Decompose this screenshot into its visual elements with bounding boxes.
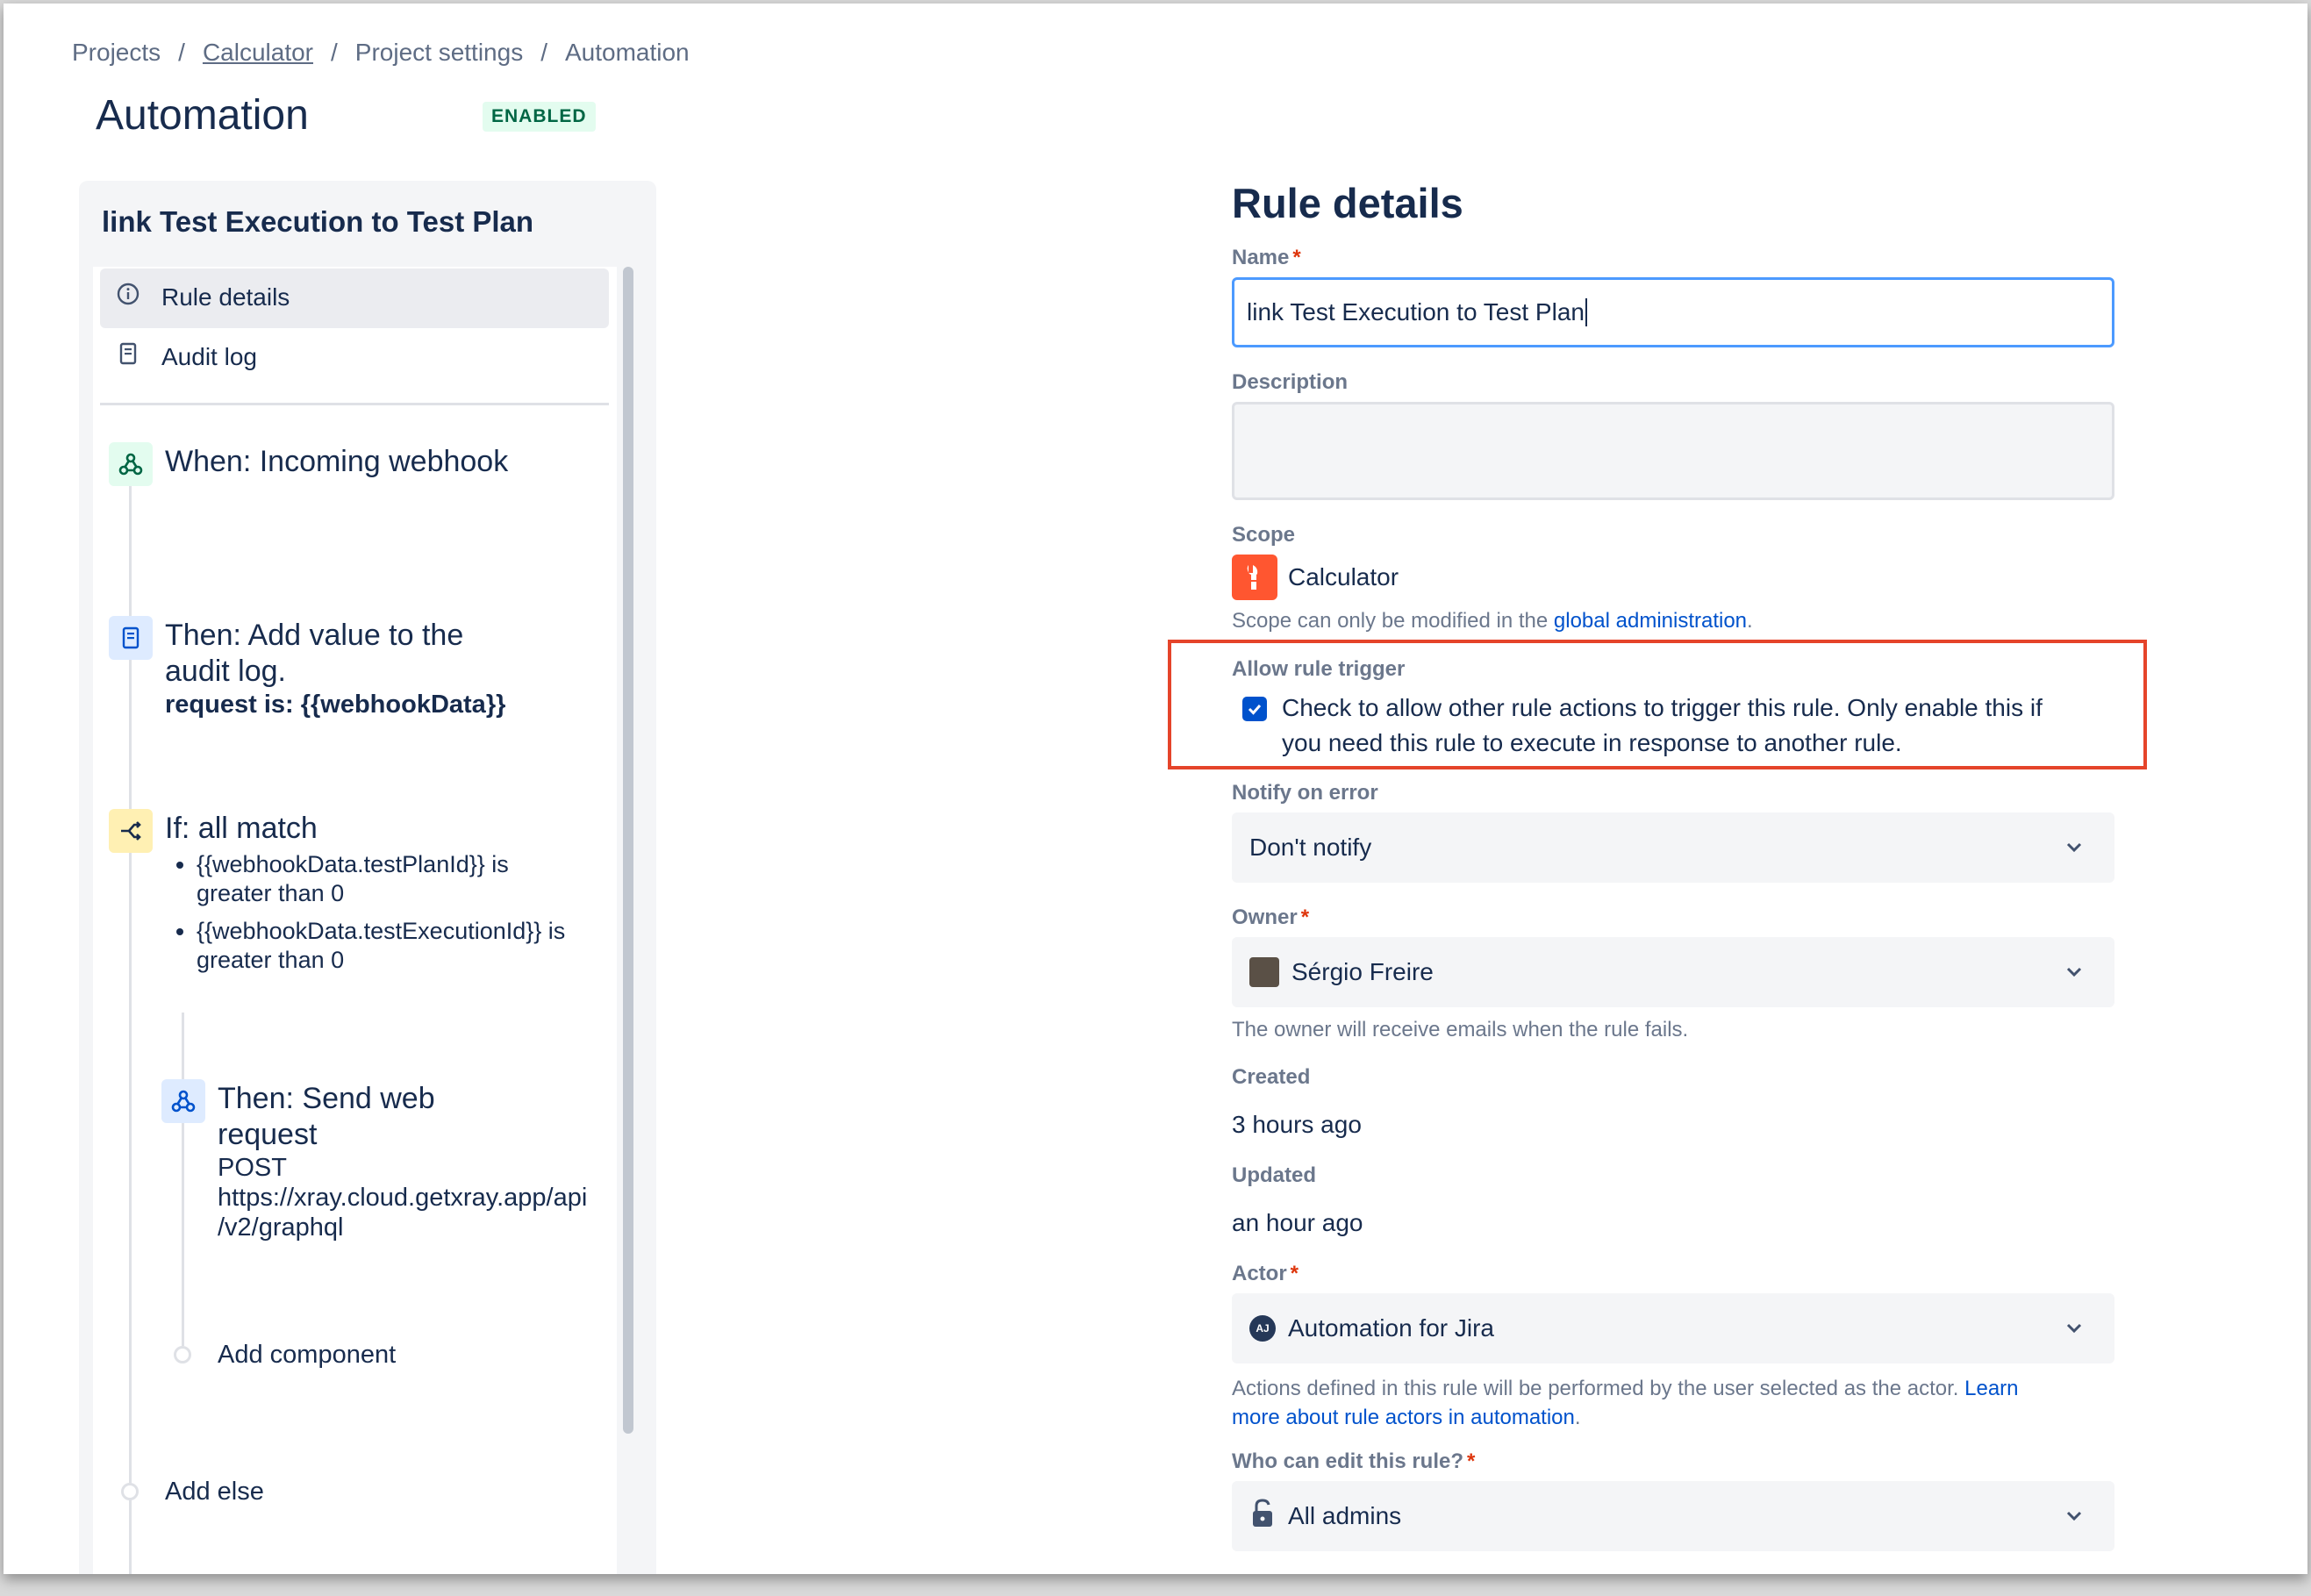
web-request-title: request — [218, 1118, 318, 1151]
scope-label: Scope — [1232, 523, 1296, 547]
breadcrumb-separator: / — [178, 39, 185, 66]
scope-helper: Scope can only be modified in the global… — [1232, 609, 1753, 633]
owner-helper: The owner will receive emails when the r… — [1232, 1018, 1689, 1041]
actor-label: Actor * — [1232, 1262, 1299, 1285]
webhook-icon — [109, 442, 153, 486]
app-window: Projects / Calculator / Project settings… — [4, 4, 2307, 1574]
avatar: AJ — [1249, 1315, 1276, 1342]
who-can-edit-label: Who can edit this rule? * — [1232, 1449, 1476, 1473]
breadcrumb-automation[interactable]: Automation — [565, 39, 690, 67]
breadcrumb-separator: / — [331, 39, 338, 66]
created-value: 3 hours ago — [1232, 1111, 1362, 1138]
scope-project: Calculator — [1288, 563, 1399, 590]
updated-label: Updated — [1232, 1163, 1316, 1187]
actor-select[interactable]: AJ Automation for Jira — [1232, 1293, 2114, 1363]
chevron-down-icon — [2065, 1510, 2083, 1522]
owner-select[interactable]: Sérgio Freire — [1232, 937, 2114, 1007]
nav-item-rule-details[interactable]: Rule details — [116, 282, 290, 312]
notify-on-error-select[interactable]: Don't notify — [1232, 812, 2114, 883]
page-title: Automation — [96, 92, 309, 139]
wrench-icon — [1232, 555, 1277, 600]
nav-item-audit-log[interactable]: Audit log — [116, 341, 257, 372]
web-request-method: POST — [218, 1154, 287, 1182]
breadcrumb-project-settings[interactable]: Project settings — [355, 39, 523, 67]
learn-more-link[interactable]: more about rule actors in automation — [1232, 1406, 1575, 1429]
nav-item-label: Audit log — [161, 342, 257, 370]
web-request-component[interactable]: Then: Send web request POST https://xray… — [218, 1081, 587, 1242]
branch-icon — [109, 809, 153, 853]
web-request-url: /v2/graphql — [218, 1213, 344, 1242]
condition-list: {{webhookData.testPlanId}} is greater th… — [157, 850, 653, 984]
audit-log-icon — [109, 616, 153, 660]
chevron-down-icon — [2065, 966, 2083, 978]
web-request-title: Then: Send web — [218, 1082, 435, 1115]
rule-title: link Test Execution to Test Plan — [102, 205, 534, 238]
updated-value: an hour ago — [1232, 1209, 1363, 1236]
add-component-button[interactable]: Add component — [218, 1340, 396, 1370]
audit-log-icon — [116, 341, 140, 372]
unlock-icon — [1249, 1498, 1276, 1535]
breadcrumb-calculator[interactable]: Calculator — [203, 39, 313, 67]
description-label: Description — [1232, 370, 1349, 394]
breadcrumb-projects[interactable]: Projects — [72, 39, 161, 67]
log-action-title: Then: Add value to the — [165, 619, 464, 652]
condition-component[interactable]: If: all match — [165, 811, 318, 847]
name-label: Name * — [1232, 246, 1301, 269]
allow-rule-trigger-text: Check to allow other rule actions to tri… — [1282, 694, 2043, 756]
notify-on-error-label: Notify on error — [1232, 781, 1378, 805]
add-component-circle-icon — [174, 1346, 191, 1363]
webhook-icon — [161, 1079, 205, 1123]
web-request-url: https://xray.cloud.getxray.app/api — [218, 1184, 588, 1212]
description-textarea[interactable] — [1232, 402, 2114, 500]
log-action-title: audit log. — [165, 655, 286, 688]
log-action-component[interactable]: Then: Add value to the audit log. reques… — [165, 618, 505, 719]
log-action-detail: request is: {{webhookData}} — [165, 691, 506, 719]
learn-more-link[interactable]: Learn — [1964, 1377, 2018, 1400]
status-badge: ENABLED — [483, 102, 596, 132]
info-icon — [116, 282, 140, 312]
add-else-button[interactable]: Add else — [165, 1477, 264, 1507]
created-label: Created — [1232, 1065, 1311, 1089]
breadcrumb: Projects / Calculator / Project settings… — [72, 39, 690, 67]
branch-timeline-line — [182, 1013, 184, 1346]
allow-rule-trigger-label: Allow rule trigger — [1232, 657, 1406, 681]
avatar — [1249, 957, 1279, 987]
breadcrumb-separator: / — [540, 39, 547, 66]
owner-label: Owner * — [1232, 905, 1310, 929]
actor-helper: Actions defined in this rule will be per… — [1232, 1377, 2019, 1429]
who-can-edit-select[interactable]: All admins — [1232, 1481, 2114, 1551]
name-input[interactable]: link Test Execution to Test Plan — [1232, 277, 2114, 347]
allow-rule-trigger-checkbox[interactable] — [1242, 697, 1267, 721]
chevron-down-icon — [2065, 1322, 2083, 1335]
condition-item: {{webhookData.testExecutionId}} is great… — [197, 917, 653, 975]
add-else-circle-icon — [121, 1483, 139, 1500]
rule-details-heading: Rule details — [1232, 180, 1463, 226]
nav-item-label: Rule details — [161, 283, 290, 311]
check-icon — [1248, 705, 1262, 715]
global-administration-link[interactable]: global administration — [1554, 609, 1747, 633]
chevron-down-icon — [2065, 841, 2083, 854]
trigger-component[interactable]: When: Incoming webhook — [165, 444, 508, 480]
condition-item: {{webhookData.testPlanId}} is greater th… — [197, 850, 653, 908]
nav-divider — [100, 403, 609, 405]
